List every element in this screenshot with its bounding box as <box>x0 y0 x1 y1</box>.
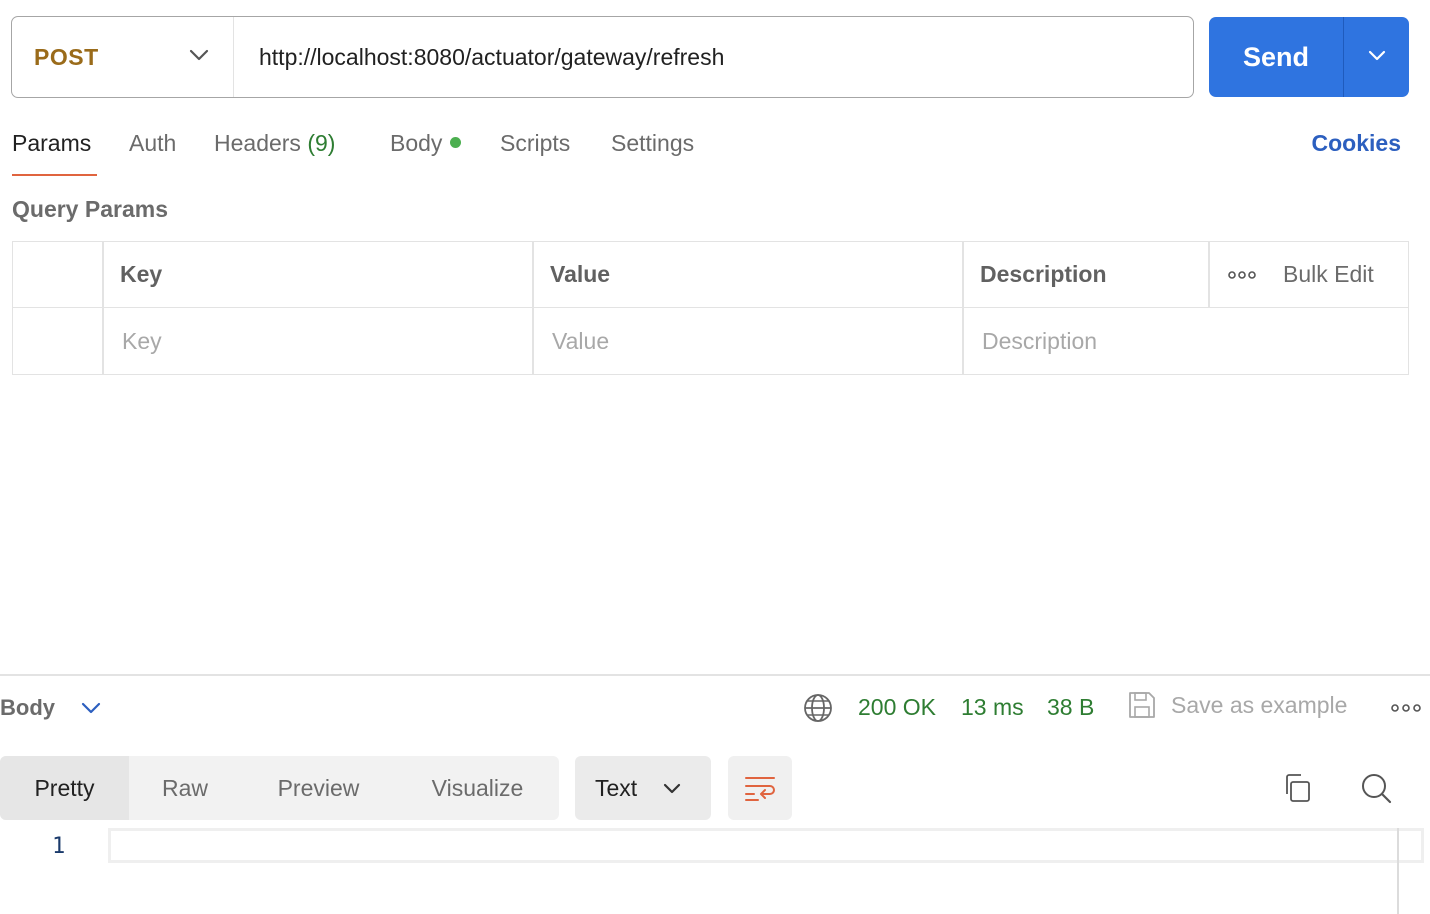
headers-count-badge: (9) <box>307 130 336 156</box>
format-label: Text <box>595 774 638 801</box>
response-editor[interactable]: 1 <box>0 828 1430 914</box>
editor-scrollbar-track[interactable] <box>1397 828 1399 914</box>
request-tabs: Params Auth Headers (9) Body Scripts Set… <box>12 122 1412 178</box>
url-bar: POST <box>11 16 1194 98</box>
tab-headers[interactable]: Headers (9) <box>214 130 335 157</box>
pane-divider[interactable] <box>0 674 1430 676</box>
wrap-lines-button[interactable] <box>728 756 792 820</box>
response-view-tabs: Pretty Raw Preview Visualize <box>0 756 559 820</box>
tab-body-label: Body <box>390 130 443 156</box>
send-button[interactable]: Send <box>1209 17 1344 97</box>
more-horizontal-icon[interactable] <box>1386 688 1426 728</box>
copy-icon[interactable] <box>1277 768 1317 808</box>
response-section-label: Body <box>0 695 55 720</box>
query-params-title: Query Params <box>12 196 168 222</box>
cookies-link[interactable]: Cookies <box>1312 130 1401 157</box>
more-horizontal-icon <box>1228 270 1256 279</box>
view-tab-visualize[interactable]: Visualize <box>396 756 559 820</box>
save-as-example-label: Save as example <box>1171 691 1348 718</box>
body-indicator-dot <box>450 137 462 149</box>
column-header-value: Value <box>550 261 611 287</box>
more-options-button[interactable] <box>1228 242 1256 307</box>
param-key-input[interactable]: Key <box>122 308 532 374</box>
send-button-group: Send <box>1209 17 1409 97</box>
method-select[interactable]: POST <box>12 17 234 97</box>
chevron-down-icon <box>663 783 681 794</box>
format-select[interactable]: Text <box>575 756 711 820</box>
line-number: 1 <box>52 834 66 859</box>
response-time[interactable]: 13 ms <box>961 694 1024 721</box>
search-icon[interactable] <box>1356 768 1396 808</box>
tab-params[interactable]: Params <box>12 130 91 157</box>
postman-request-editor: POST Send Params Auth Headers (9) Body S… <box>0 0 1430 914</box>
table-row: Key Value Description <box>13 308 1408 374</box>
column-header-description: Description <box>980 261 1107 287</box>
query-params-table: Key Value Description Bulk Edit Key Valu… <box>12 241 1409 375</box>
wrap-text-icon <box>745 777 775 801</box>
chevron-down-icon <box>81 702 101 714</box>
chevron-down-icon <box>189 48 209 66</box>
row-checkbox-cell[interactable] <box>13 308 102 374</box>
tab-headers-label: Headers <box>214 130 301 156</box>
tab-settings[interactable]: Settings <box>611 130 694 157</box>
globe-icon[interactable] <box>798 688 838 728</box>
view-tab-raw[interactable]: Raw <box>129 756 241 820</box>
column-header-key: Key <box>120 261 163 287</box>
save-as-example-button[interactable]: Save as example <box>1127 690 1347 720</box>
bulk-edit-button[interactable]: Bulk Edit <box>1283 242 1374 307</box>
table-header-row: Key Value Description Bulk Edit <box>13 242 1408 308</box>
param-value-input[interactable]: Value <box>552 308 962 374</box>
chevron-down-icon <box>1368 48 1386 66</box>
tab-scripts[interactable]: Scripts <box>500 130 570 157</box>
send-options-button[interactable] <box>1344 17 1409 97</box>
status-badge[interactable]: 200 OK <box>858 694 936 721</box>
response-size[interactable]: 38 B <box>1047 694 1094 721</box>
view-tab-pretty[interactable]: Pretty <box>0 756 129 820</box>
method-label: POST <box>34 43 99 70</box>
param-description-input[interactable]: Description <box>982 308 1402 374</box>
url-input[interactable] <box>234 17 1193 97</box>
tab-body[interactable]: Body <box>390 130 462 157</box>
response-section-select[interactable]: Body <box>0 695 101 721</box>
active-tab-underline <box>12 174 97 176</box>
view-tab-preview[interactable]: Preview <box>241 756 396 820</box>
active-line-highlight <box>108 828 1424 863</box>
save-icon <box>1129 692 1155 718</box>
tab-auth[interactable]: Auth <box>129 130 176 157</box>
